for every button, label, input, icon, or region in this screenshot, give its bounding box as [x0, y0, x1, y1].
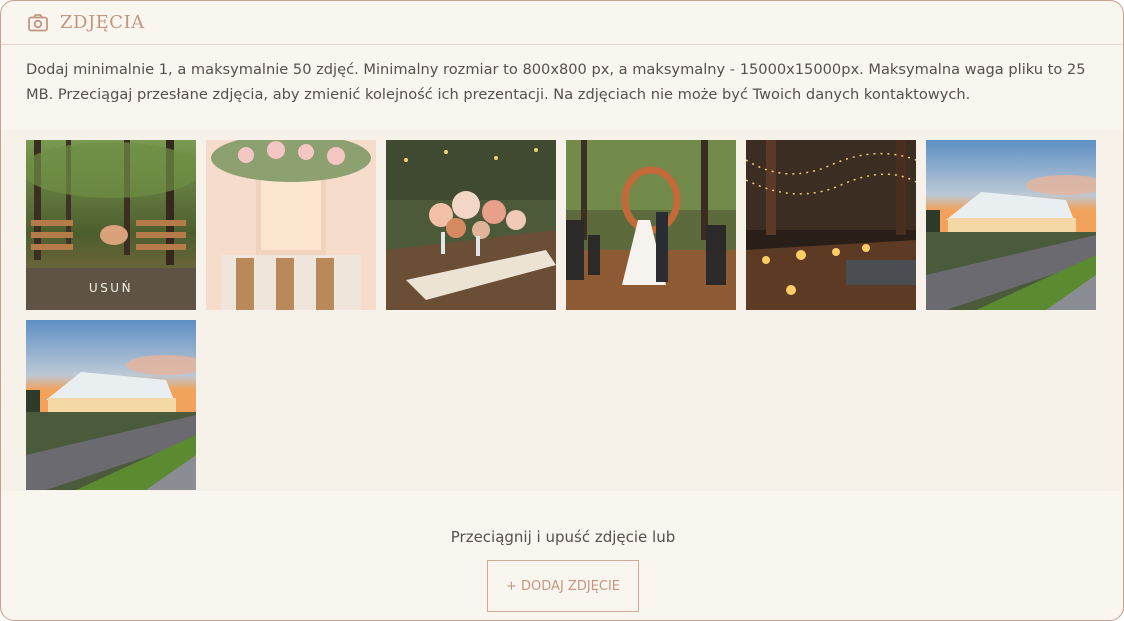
photo-thumbnail[interactable] — [206, 140, 376, 310]
photo-floral-centerpiece-table — [386, 140, 556, 310]
camera-icon — [28, 14, 48, 32]
photos-section-panel: ZDJĘCIA Dodaj minimalnie 1, a maksymalni… — [0, 0, 1124, 621]
photo-floral-drape-reception-table — [206, 140, 376, 310]
photo-thumbnail[interactable] — [386, 140, 556, 310]
photo-gallery: USUŃ — [1, 130, 1123, 491]
remove-photo-button[interactable]: USUŃ — [26, 268, 196, 310]
section-title: ZDJĘCIA — [60, 12, 145, 33]
photo-thumbnail[interactable] — [926, 140, 1096, 310]
photo-glass-tent-sunset — [926, 140, 1096, 310]
photo-thumbnail[interactable] — [26, 320, 196, 490]
upload-instructions: Dodaj minimalnie 1, a maksymalnie 50 zdj… — [26, 61, 1086, 103]
photo-glass-tent-sunset — [26, 320, 196, 490]
photo-thumbnail[interactable] — [746, 140, 916, 310]
photo-thumbnail[interactable]: USUŃ — [26, 140, 196, 310]
photo-forest-ceremony-couple — [566, 140, 736, 310]
dropzone-text: Przeciągnij i upuść zdjęcie lub — [450, 528, 676, 546]
photo-candlelit-table-string-lights — [746, 140, 916, 310]
section-header: ZDJĘCIA — [1, 1, 1123, 45]
photo-thumbnail[interactable] — [566, 140, 736, 310]
add-photo-button[interactable]: + DODAJ ZDJĘCIE — [487, 560, 639, 612]
